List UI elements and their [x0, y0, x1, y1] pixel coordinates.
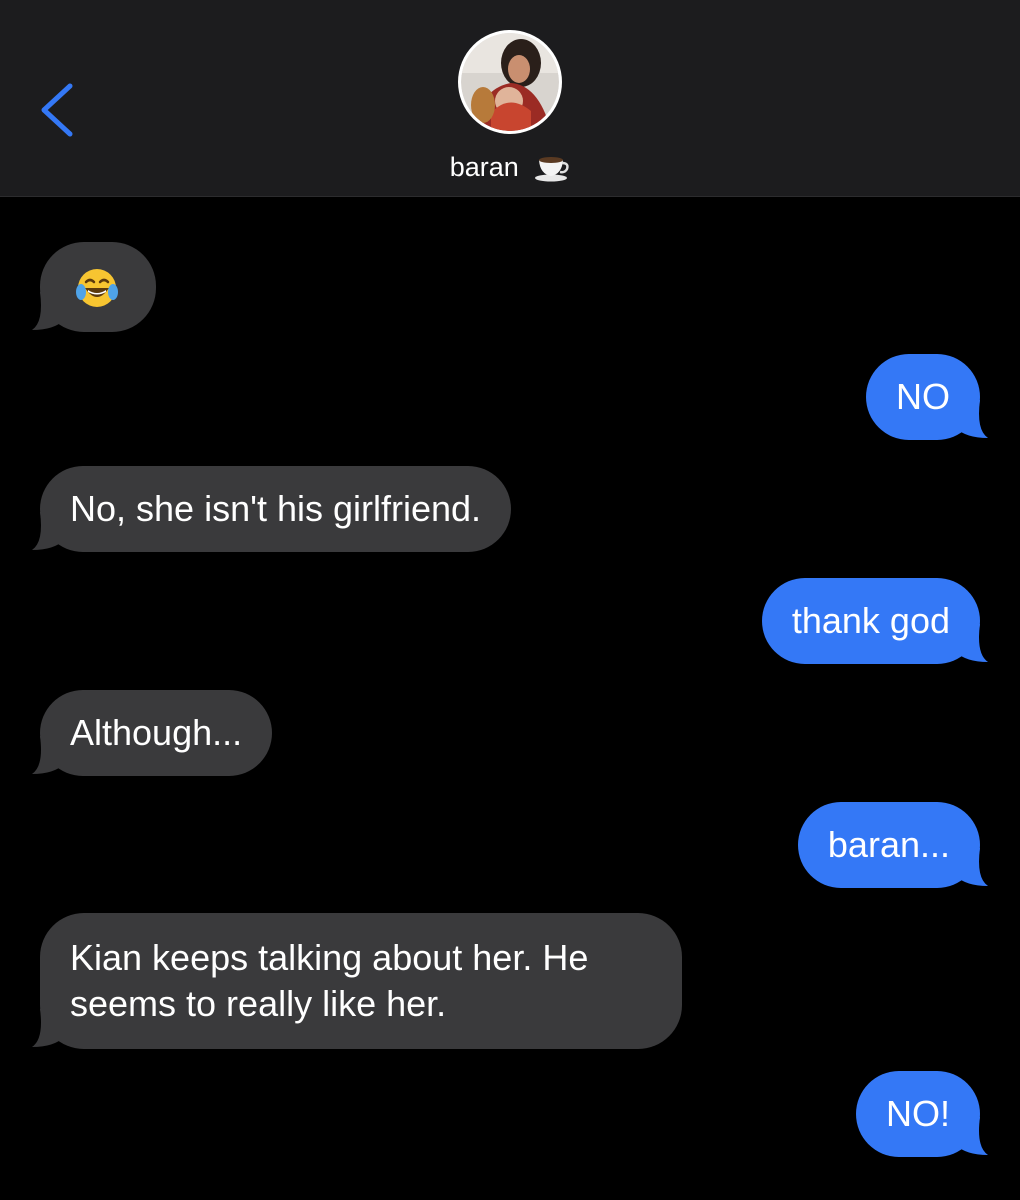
message-bubble-incoming[interactable]: [32, 242, 156, 332]
message-text: No, she isn't his girlfriend.: [70, 488, 482, 529]
message-text: NO!: [885, 1093, 950, 1134]
message-bubble-outgoing[interactable]: baran...: [797, 802, 988, 888]
bubble-tail: [956, 400, 988, 438]
coffee-cup-icon: [535, 156, 569, 182]
message-bubble-outgoing[interactable]: thank god: [761, 578, 988, 664]
message-text: baran...: [827, 824, 950, 865]
message-bubble-incoming[interactable]: Kian keeps talking about her. He seems t…: [32, 913, 682, 1049]
message-text-line: Kian keeps talking about her. He: [70, 937, 589, 978]
contact-name-row[interactable]: baran: [0, 148, 1020, 184]
bubble-tail: [32, 736, 64, 774]
conversation-header: baran: [0, 0, 1020, 197]
chevron-left-icon: [41, 83, 73, 137]
bubble-tail: [32, 512, 64, 550]
contact-name: baran: [449, 151, 519, 182]
message-bubble-incoming[interactable]: Although...: [32, 690, 273, 776]
bubble-tail: [32, 1009, 64, 1047]
message-text-line: seems to really like her.: [70, 983, 447, 1024]
bubble-tail: [956, 1117, 988, 1155]
message-bubble-outgoing[interactable]: NO: [866, 354, 988, 440]
face-with-tears-of-joy-icon: [76, 269, 118, 307]
back-button[interactable]: [30, 78, 90, 142]
bubble-tail: [956, 624, 988, 662]
bubble-tail: [32, 292, 64, 330]
message-bubble-outgoing[interactable]: NO!: [855, 1071, 988, 1157]
message-text: Although...: [70, 712, 243, 753]
avatar-photo: [461, 33, 559, 131]
chat-screen: baran NO No, she isn't his girlfriend. t…: [0, 0, 1020, 1200]
message-bubble-incoming[interactable]: No, she isn't his girlfriend.: [32, 466, 512, 552]
message-text: thank god: [791, 600, 950, 641]
contact-avatar[interactable]: [458, 30, 562, 134]
bubble-tail: [956, 848, 988, 886]
message-text: NO: [896, 376, 950, 417]
